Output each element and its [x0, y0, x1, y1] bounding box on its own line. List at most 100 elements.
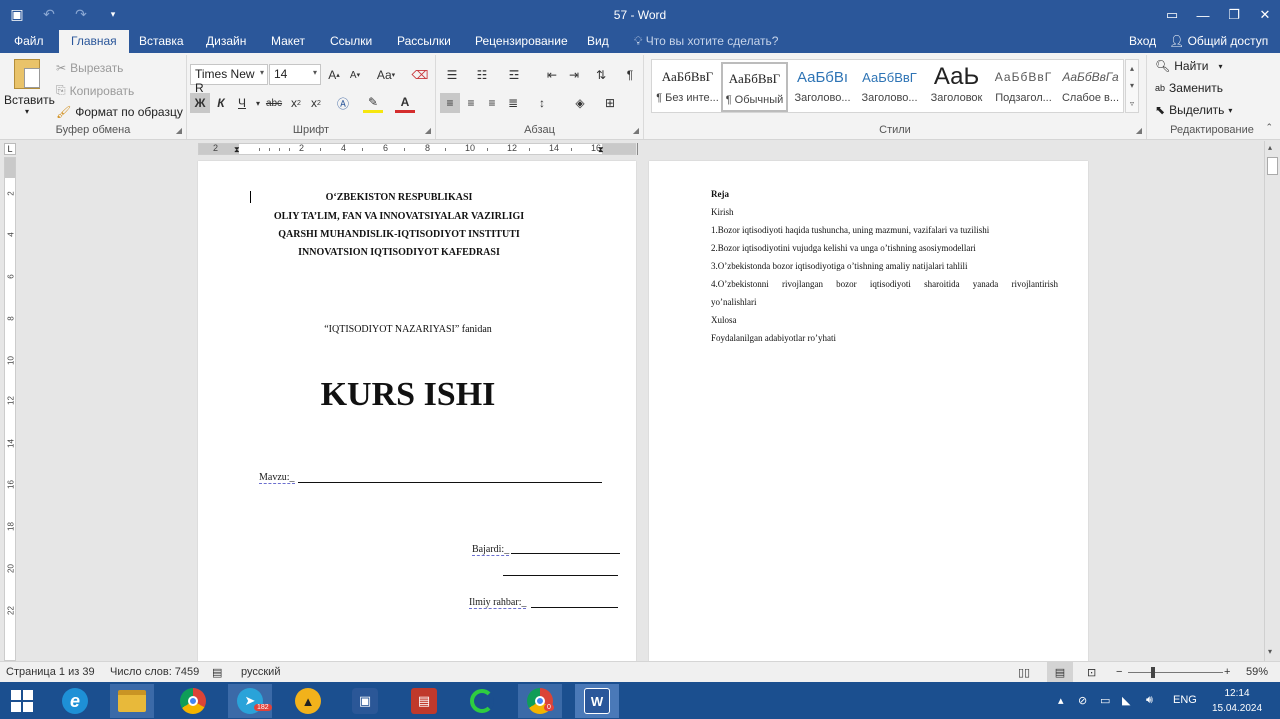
style-subtle-emphasis[interactable]: АаБбВвГа Слабое в...	[1057, 62, 1124, 112]
tab-review[interactable]: Рецензирование	[475, 34, 568, 48]
superscript-button[interactable]: x2	[306, 93, 326, 113]
tab-view[interactable]: Вид	[587, 34, 609, 48]
page-2[interactable]: Reja Kirish 1.Bozor iqtisodiyoti haqida …	[649, 161, 1088, 661]
style-normal[interactable]: АаБбВвГ ¶ Обычный	[721, 62, 788, 112]
cut-button[interactable]: ✂ Вырезать	[56, 61, 123, 75]
proofing-icon[interactable]: ▤	[212, 666, 222, 679]
grow-font-button[interactable]: A ▴	[324, 65, 344, 85]
tab-insert[interactable]: Вставка	[139, 34, 184, 48]
find-button[interactable]: 🔍︎ Найти ▾	[1155, 59, 1223, 73]
input-language[interactable]: ENG	[1173, 694, 1197, 706]
align-center-icon[interactable]: ≡	[461, 93, 481, 113]
ribbon-display-icon[interactable]: ▭	[1157, 0, 1187, 30]
start-button[interactable]	[0, 684, 44, 718]
style-title[interactable]: АаЬ Заголовок	[923, 62, 990, 112]
network-icon[interactable]: ▭	[1100, 694, 1110, 707]
bold-button[interactable]: Ж	[190, 93, 210, 113]
tab-file[interactable]: Файл	[14, 34, 44, 48]
scroll-thumb[interactable]	[1267, 157, 1278, 175]
taskbar-chrome[interactable]	[171, 684, 215, 718]
page-count[interactable]: Страница 1 из 39	[6, 666, 95, 678]
no-sync-icon[interactable]: ⊘	[1078, 694, 1087, 707]
style-heading-1[interactable]: АаБбВı Заголово...	[789, 62, 856, 112]
taskbar-telegram[interactable]: ➤ 182	[228, 684, 272, 718]
subscript-button[interactable]: x2	[286, 93, 306, 113]
tab-home[interactable]: Главная	[59, 30, 129, 53]
increase-indent-icon[interactable]: ⇥	[564, 65, 584, 85]
pilcrow-icon[interactable]: ¶	[620, 65, 640, 85]
font-color-icon[interactable]: A	[395, 93, 415, 113]
indent-marker[interactable]: ⧗	[234, 145, 240, 155]
read-mode-icon[interactable]: ▯▯	[1018, 666, 1030, 679]
style-subtitle[interactable]: АаБбВвГ Подзагол...	[990, 62, 1057, 112]
shading-icon[interactable]: ◈	[570, 93, 590, 113]
tab-references[interactable]: Ссылки	[330, 34, 372, 48]
multilevel-list-icon[interactable]: ☲	[504, 65, 524, 85]
close-icon[interactable]: ✕	[1250, 0, 1280, 30]
dialog-launcher-icon[interactable]: ◢	[176, 126, 182, 135]
zoom-level[interactable]: 59%	[1246, 666, 1268, 678]
line-spacing-icon[interactable]: ↕	[532, 93, 552, 113]
right-indent-marker[interactable]: ⧗	[598, 145, 604, 155]
numbering-icon[interactable]: ☷	[472, 65, 492, 85]
highlight-icon[interactable]: ✎	[363, 93, 383, 113]
strikethrough-button[interactable]: abc	[262, 93, 286, 113]
vertical-scrollbar[interactable]: ▴ ▾	[1264, 141, 1280, 661]
style-no-spacing[interactable]: АаБбВвГ ¶ Без инте...	[654, 62, 721, 112]
share-button[interactable]: 👤︎ Общий доступ	[1169, 34, 1268, 48]
copy-button[interactable]: ⎘ Копировать	[56, 83, 134, 98]
replace-button[interactable]: ab Заменить	[1155, 81, 1223, 95]
zoom-in-button[interactable]: +	[1224, 666, 1230, 678]
font-size-select[interactable]: 14 ▾	[269, 64, 321, 85]
scroll-down-icon[interactable]: ▾	[1268, 647, 1272, 656]
shrink-font-button[interactable]: A ▾	[345, 65, 365, 85]
style-heading-2[interactable]: АаБбВвГ Заголово...	[856, 62, 923, 112]
tab-selector[interactable]: L	[4, 143, 16, 155]
volume-icon[interactable]: 🔊︎	[1146, 694, 1153, 707]
taskbar-word[interactable]: W	[575, 684, 619, 718]
font-name-select[interactable]: Times New R ▾	[190, 64, 268, 95]
dialog-launcher-icon[interactable]: ◢	[633, 126, 639, 135]
tab-mailings[interactable]: Рассылки	[397, 34, 451, 48]
dialog-launcher-icon[interactable]: ◢	[1136, 126, 1142, 135]
horizontal-ruler[interactable]: 2 ⧗ 2 4 6 8 10 12 14 16 ⧗	[198, 143, 636, 155]
zoom-slider[interactable]	[1128, 672, 1223, 673]
taskbar-virtualbox[interactable]: ▣	[343, 684, 387, 718]
taskbar-explorer[interactable]	[110, 684, 154, 718]
language-indicator[interactable]: русский	[241, 666, 280, 678]
paste-button[interactable]: Вставить ▾	[4, 57, 55, 116]
taskbar-archicad[interactable]: ▲	[286, 684, 330, 718]
scroll-up-icon[interactable]: ▴	[1268, 143, 1272, 152]
restore-icon[interactable]: ❐	[1219, 0, 1249, 30]
borders-icon[interactable]: ⊞	[600, 93, 620, 113]
align-left-icon[interactable]: ≡	[440, 93, 460, 113]
taskbar-loading-app[interactable]	[460, 684, 504, 718]
zoom-out-button[interactable]: −	[1116, 666, 1122, 678]
sort-icon[interactable]: ⇅	[591, 65, 611, 85]
taskbar-floppy-app[interactable]: ▤	[402, 684, 446, 718]
decrease-indent-icon[interactable]: ⇤	[542, 65, 562, 85]
bullets-icon[interactable]: ☰	[442, 65, 462, 85]
show-hidden-icons[interactable]: ▴	[1058, 694, 1064, 707]
taskbar-ie[interactable]: e	[53, 684, 97, 718]
web-layout-icon[interactable]: ⊡	[1087, 666, 1096, 679]
chevron-up-icon[interactable]: ▴	[1130, 64, 1134, 73]
justify-icon[interactable]: ≣	[503, 93, 523, 113]
chevron-down-icon[interactable]: ▾	[1130, 81, 1134, 90]
print-layout-icon[interactable]: ▤	[1047, 662, 1073, 682]
change-case-button[interactable]: Аа ▾	[372, 65, 400, 85]
sign-in-link[interactable]: Вход	[1129, 34, 1156, 48]
align-right-icon[interactable]: ≡	[482, 93, 502, 113]
collapse-ribbon-icon[interactable]: ⌃	[1265, 122, 1273, 133]
format-painter-button[interactable]: 🖌︎ Формат по образцу	[56, 105, 183, 119]
minimize-icon[interactable]: —	[1188, 0, 1218, 30]
word-count[interactable]: Число слов: 7459	[110, 666, 199, 678]
tab-design[interactable]: Дизайн	[206, 34, 246, 48]
select-button[interactable]: ⬉ Выделить ▾	[1155, 103, 1232, 117]
page-1[interactable]: O‘ZBEKISTON RESPUBLIKASI OLIY TA’LIM, FA…	[198, 161, 636, 661]
styles-gallery-scroll[interactable]: ▴ ▾ ▿	[1125, 59, 1139, 113]
wifi-icon[interactable]: ◣	[1122, 694, 1130, 707]
clear-formatting-icon[interactable]: ⌫	[410, 65, 430, 85]
more-icon[interactable]: ▿	[1130, 99, 1134, 108]
italic-button[interactable]: К	[211, 93, 231, 113]
